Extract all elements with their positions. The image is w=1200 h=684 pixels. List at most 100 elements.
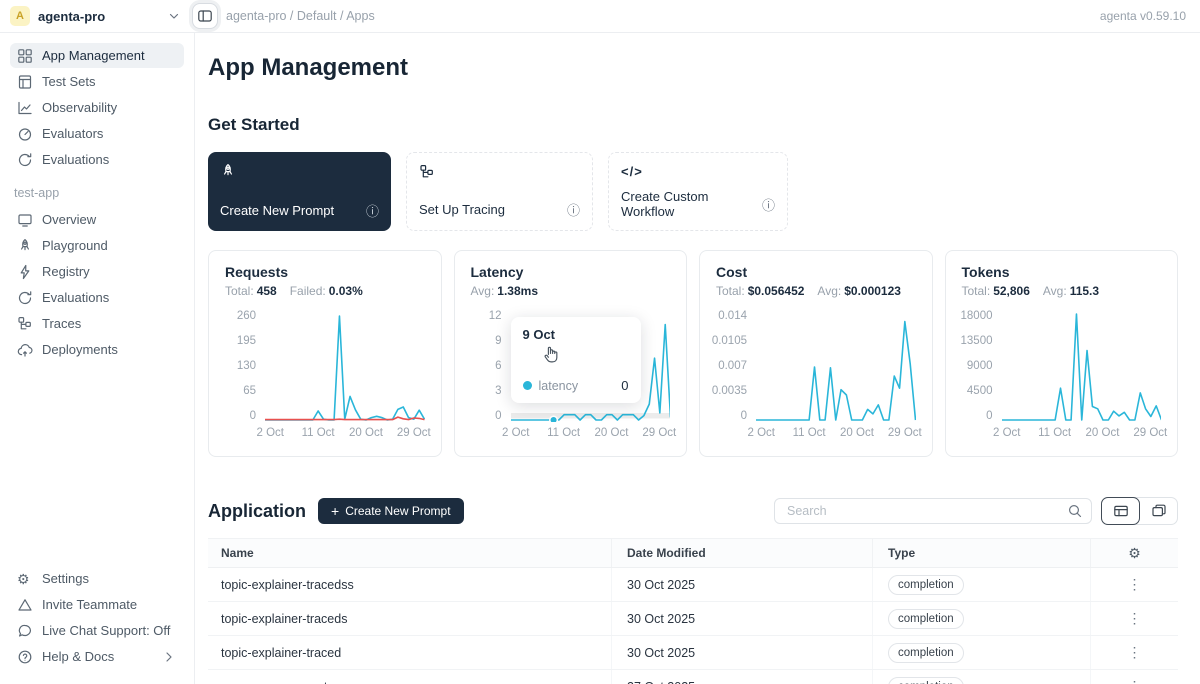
y-tick-label: 0 [986,410,992,422]
tooltip-series-label: latency [539,379,579,393]
x-axis: 2 Oct11 Oct20 Oct29 Oct [1002,427,1162,441]
stat: Total:52,806 [962,284,1030,298]
sidebar-item-traces[interactable]: Traces [10,311,184,336]
chart-plot [756,310,916,422]
info-icon[interactable]: ⓘ [366,201,379,220]
metric-card-cost: CostTotal:$0.056452Avg:$0.0001230.0140.0… [699,250,933,457]
chart-plot [265,310,425,422]
get-started-card-create-new-prompt[interactable]: Create New Promptⓘ [208,152,391,231]
column-header-type: Type [873,539,1091,567]
sidebar-item-app-management[interactable]: App Management [10,43,184,68]
x-tick-label: 29 Oct [1133,427,1167,439]
sidebar-item-evaluations[interactable]: Evaluations [10,285,184,310]
metric-title: Requests [225,264,425,280]
get-started-card-set-up-tracing[interactable]: Set Up Tracing ⓘ [406,152,593,231]
cell-date-modified: 30 Oct 2025 [612,636,873,669]
sidebar-item-evaluations[interactable]: Evaluations [10,147,184,172]
stat: Avg:1.38ms [471,284,539,298]
get-started-card-label: Set Up Tracing [419,202,505,217]
y-tick-label: 0 [250,410,256,422]
metric-stats: Total:$0.056452Avg:$0.000123 [716,284,916,298]
metric-card-latency: LatencyAvg:1.38ms1296302 Oct11 Oct20 Oct… [454,250,688,457]
cell-name: career-assessment [208,670,612,684]
sidebar-item-playground[interactable]: Playground [10,233,184,258]
sidebar-item-registry[interactable]: Registry [10,259,184,284]
get-started-cards: Create New PromptⓘSet Up Tracingⓘ</>Crea… [208,152,1178,231]
sidebar-bottom-nav: ⚙SettingsInvite TeammateLive Chat Suppor… [10,566,184,670]
create-new-prompt-button[interactable]: + Create New Prompt [318,498,464,524]
card-view-button[interactable] [1140,498,1177,524]
code-icon: </> [621,164,637,180]
cell-name: topic-explainer-traced [208,636,612,669]
app-version: agenta v0.59.10 [1100,9,1186,23]
stat: Avg:115.3 [1043,284,1099,298]
top-bar: A agenta-pro agenta-pro / Default / Apps… [0,0,1200,33]
traces-icon [17,316,33,332]
sidebar-item-label: Evaluations [42,290,109,305]
sidebar-app-section-label: test-app [10,173,184,207]
chat-icon [17,623,33,639]
search-icon[interactable] [1067,503,1083,519]
grid-icon [17,48,33,64]
info-icon[interactable]: ⓘ [762,195,775,214]
get-started-card-create-custom-workflow[interactable]: </>Create Custom Workflowⓘ [608,152,788,231]
row-menu-button[interactable]: ⋮ [1120,576,1150,593]
sidebar-item-label: Registry [42,264,90,279]
sidebar-toggle-button[interactable] [192,3,218,29]
table-row-topic-explainer-traceds[interactable]: topic-explainer-traceds30 Oct 2025comple… [208,602,1178,636]
metric-card-tokens: TokensTotal:52,806Avg:115.31800013500900… [945,250,1179,457]
sidebar-item-label: Playground [42,238,108,253]
sidebar-item-label: Traces [42,316,81,331]
table-row-topic-explainer-traced[interactable]: topic-explainer-traced30 Oct 2025complet… [208,636,1178,670]
workspace-selector[interactable]: A agenta-pro [10,6,182,26]
sidebar-item-help-docs[interactable]: Help & Docs [10,644,184,669]
y-tick-label: 130 [237,360,256,372]
y-tick-label: 65 [243,385,256,397]
sidebar-item-live-chat-support-off[interactable]: Live Chat Support: Off [10,618,184,643]
get-started-title: Get Started [208,115,1178,135]
table-row-career-assessment[interactable]: career-assessment27 Oct 2025completion⋮ [208,670,1178,684]
cell-date-modified: 30 Oct 2025 [612,602,873,635]
type-badge: completion [888,575,964,595]
row-menu-button[interactable]: ⋮ [1120,610,1150,627]
traces-icon [419,164,435,180]
sidebar-item-overview[interactable]: Overview [10,207,184,232]
x-axis: 2 Oct11 Oct20 Oct29 Oct [756,427,916,441]
stat: Total:458 [225,284,277,298]
y-tick-label: 0.0035 [712,385,747,397]
y-tick-label: 0.014 [718,310,747,322]
monitor-icon [17,212,33,228]
sidebar-item-test-sets[interactable]: Test Sets [10,69,184,94]
sidebar-item-label: Test Sets [42,74,95,89]
stat: Failed:0.03% [290,284,363,298]
sidebar: App ManagementTest SetsObservabilityEval… [0,33,195,684]
panel-left-icon [197,8,213,24]
test-sets-icon [17,74,33,90]
sidebar-item-evaluators[interactable]: Evaluators [10,121,184,146]
sidebar-item-settings[interactable]: ⚙Settings [10,566,184,591]
row-menu-button[interactable]: ⋮ [1120,678,1150,684]
row-menu-button[interactable]: ⋮ [1120,644,1150,661]
table-row-topic-explainer-tracedss[interactable]: topic-explainer-tracedss30 Oct 2025compl… [208,568,1178,602]
sidebar-item-observability[interactable]: Observability [10,95,184,120]
column-header-name: Name [208,539,612,567]
x-tick-label: 29 Oct [642,427,676,439]
y-tick-label: 0 [495,410,501,422]
sidebar-item-label: Help & Docs [42,649,114,664]
metric-card-requests: RequestsTotal:458Failed:0.03%26019513065… [208,250,442,457]
plus-icon: + [331,504,339,518]
search-input[interactable] [785,503,1061,519]
x-axis: 2 Oct11 Oct20 Oct29 Oct [511,427,671,441]
sidebar-main-nav: App ManagementTest SetsObservabilityEval… [10,43,184,173]
y-tick-label: 9 [495,335,501,347]
info-icon[interactable]: ⓘ [567,200,580,219]
chevron-right-icon [161,649,177,665]
column-header-date-modified: Date Modified [612,539,873,567]
metric-cards: RequestsTotal:458Failed:0.03%26019513065… [208,250,1178,457]
sidebar-item-invite-teammate[interactable]: Invite Teammate [10,592,184,617]
metric-title: Tokens [962,264,1162,280]
table-view-button[interactable] [1101,497,1140,525]
gauge-icon [17,126,33,142]
table-settings-button[interactable]: ⚙ [1128,545,1141,561]
sidebar-item-deployments[interactable]: Deployments [10,337,184,362]
